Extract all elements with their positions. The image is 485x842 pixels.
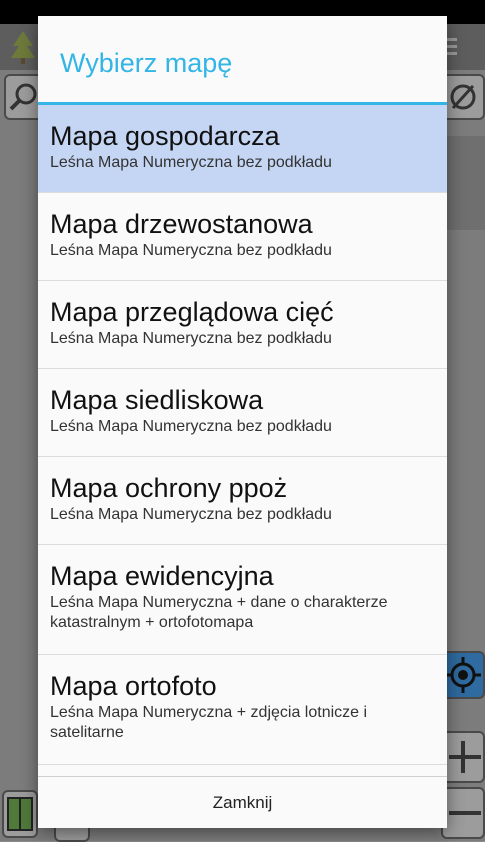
gps-button[interactable] xyxy=(441,651,485,699)
map-item-title: Mapa ewidencyjna xyxy=(50,561,274,591)
book-map-icon xyxy=(7,797,33,831)
map-item-siedliskowa[interactable]: Mapa siedliskowa Leśna Mapa Numeryczna b… xyxy=(38,369,447,457)
gps-target-icon xyxy=(445,657,481,693)
map-item-subtitle: Leśna Mapa Numeryczna bez podkładu xyxy=(50,330,332,347)
map-item-ortofoto[interactable]: Mapa ortofoto Leśna Mapa Numeryczna + zd… xyxy=(38,655,447,765)
map-item-przegladowa-ciec[interactable]: Mapa przeglądowa cięć Leśna Mapa Numeryc… xyxy=(38,281,447,369)
map-item-subtitle: Leśna Mapa Numeryczna bez podkładu xyxy=(50,154,332,171)
map-item-ochrony-ppoz[interactable]: Mapa ochrony ppoż Leśna Mapa Numeryczna … xyxy=(38,457,447,545)
map-item-title: Mapa gospodarcza xyxy=(50,121,280,151)
search-icon xyxy=(9,83,37,111)
map-item-subtitle: Leśna Mapa Numeryczna bez podkładu xyxy=(50,506,332,523)
map-item-gospodarcza[interactable]: Mapa gospodarcza Leśna Mapa Numeryczna b… xyxy=(38,105,447,193)
map-item-title: Mapa ochrony ppoż xyxy=(50,473,288,503)
zoom-out-icon xyxy=(449,811,481,815)
map-item-title: Mapa ortofoto xyxy=(50,671,217,701)
zoom-out-button[interactable] xyxy=(441,787,485,839)
map-item-title: Mapa drzewostanowa xyxy=(50,209,313,239)
map-item-title: Mapa siedliskowa xyxy=(50,385,264,415)
dialog-title: Wybierz mapę xyxy=(60,48,233,78)
compass-button[interactable] xyxy=(441,74,485,120)
map-item-subtitle: Leśna Mapa Numeryczna bez podkładu xyxy=(50,242,332,259)
zoom-in-button[interactable] xyxy=(441,731,485,783)
map-item-subtitle: Leśna Mapa Numeryczna + dane o charakter… xyxy=(50,594,388,631)
map-item-title: Mapa przeglądowa cięć xyxy=(50,297,334,327)
map-item-subtitle: Leśna Mapa Numeryczna + zdjęcia lotnicze… xyxy=(50,704,368,741)
tree-logo-icon xyxy=(11,31,35,64)
side-panel xyxy=(445,136,485,230)
zoom-in-icon xyxy=(449,741,481,773)
map-item-drzewostanowa[interactable]: Mapa drzewostanowa Leśna Mapa Numeryczna… xyxy=(38,193,447,281)
compass-icon xyxy=(450,84,476,110)
map-item-subtitle: Leśna Mapa Numeryczna bez podkładu xyxy=(50,418,332,435)
close-button[interactable]: Zamknij xyxy=(38,777,447,828)
map-book-button[interactable] xyxy=(2,790,38,838)
map-select-dialog: Wybierz mapę Mapa gospodarcza Leśna Mapa… xyxy=(38,16,447,828)
map-list: Mapa gospodarcza Leśna Mapa Numeryczna b… xyxy=(38,105,447,765)
map-item-ewidencyjna[interactable]: Mapa ewidencyjna Leśna Mapa Numeryczna +… xyxy=(38,545,447,655)
